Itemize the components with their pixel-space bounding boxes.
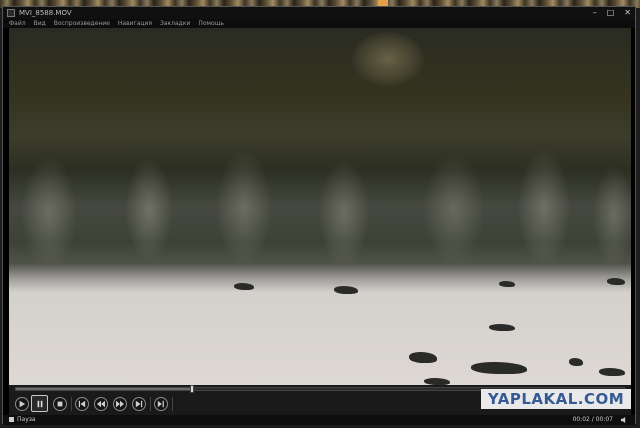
pause-button[interactable] <box>31 395 48 412</box>
forward-icon <box>116 400 124 408</box>
frame-step-icon <box>157 400 164 408</box>
playback-state: Пауза <box>17 416 36 423</box>
play-icon <box>19 400 26 408</box>
video-frame[interactable] <box>9 28 631 385</box>
controls-panel: YAPLAKAL.COM <box>9 385 631 415</box>
snow-rock <box>569 358 583 366</box>
app-icon <box>7 9 15 17</box>
rewind-icon <box>97 400 105 408</box>
separator <box>172 397 173 411</box>
snow-rock <box>234 283 254 290</box>
snow-rock <box>607 278 625 285</box>
snow-rock <box>499 281 515 287</box>
snow-rock <box>334 286 358 294</box>
window-buttons: – □ ✕ <box>593 7 631 19</box>
snowy-forest <box>9 118 631 278</box>
status-bar: Пауза 00:02 / 00:07 <box>3 415 635 425</box>
forward-button[interactable] <box>113 397 127 411</box>
previous-button[interactable] <box>75 397 89 411</box>
menu-navigation[interactable]: Навигация <box>118 19 152 28</box>
minimize-icon[interactable]: – <box>593 7 597 19</box>
menu-help[interactable]: Помощь <box>198 19 224 28</box>
snow-rock <box>424 378 450 385</box>
menu-file[interactable]: Файл <box>9 19 26 28</box>
pause-status-icon <box>9 417 14 422</box>
maximize-icon[interactable]: □ <box>607 7 615 19</box>
window-title: MVI_8588.MOV <box>19 9 72 17</box>
separator <box>71 397 72 411</box>
title-bar: MVI_8588.MOV – □ ✕ <box>3 7 635 19</box>
previous-icon <box>78 400 86 408</box>
media-player-window: MVI_8588.MOV – □ ✕ Файл Вид Воспроизведе… <box>2 6 636 425</box>
menu-bar: Файл Вид Воспроизведение Навигация Закла… <box>3 19 635 28</box>
speaker-icon[interactable] <box>621 417 627 423</box>
snow-rock <box>409 352 437 363</box>
snow-rock <box>471 362 527 374</box>
snow-rock <box>599 368 625 376</box>
watermark: YAPLAKAL.COM <box>481 389 631 409</box>
next-button[interactable] <box>132 397 146 411</box>
seek-thumb[interactable] <box>190 385 194 393</box>
pause-icon <box>37 400 42 407</box>
close-icon[interactable]: ✕ <box>624 7 631 19</box>
stop-button[interactable] <box>53 397 67 411</box>
next-icon <box>135 400 143 408</box>
lens-flare <box>352 32 424 86</box>
play-button[interactable] <box>15 397 29 411</box>
separator <box>150 397 151 411</box>
frame-step-button[interactable] <box>154 397 168 411</box>
rewind-button[interactable] <box>94 397 108 411</box>
time-display: 00:02 / 00:07 <box>572 416 613 423</box>
stop-icon <box>57 401 63 407</box>
menu-view[interactable]: Вид <box>34 19 46 28</box>
menu-bookmarks[interactable]: Закладки <box>160 19 190 28</box>
seek-progress <box>16 388 193 390</box>
menu-playback[interactable]: Воспроизведение <box>54 19 110 28</box>
snow-rock <box>489 324 515 331</box>
